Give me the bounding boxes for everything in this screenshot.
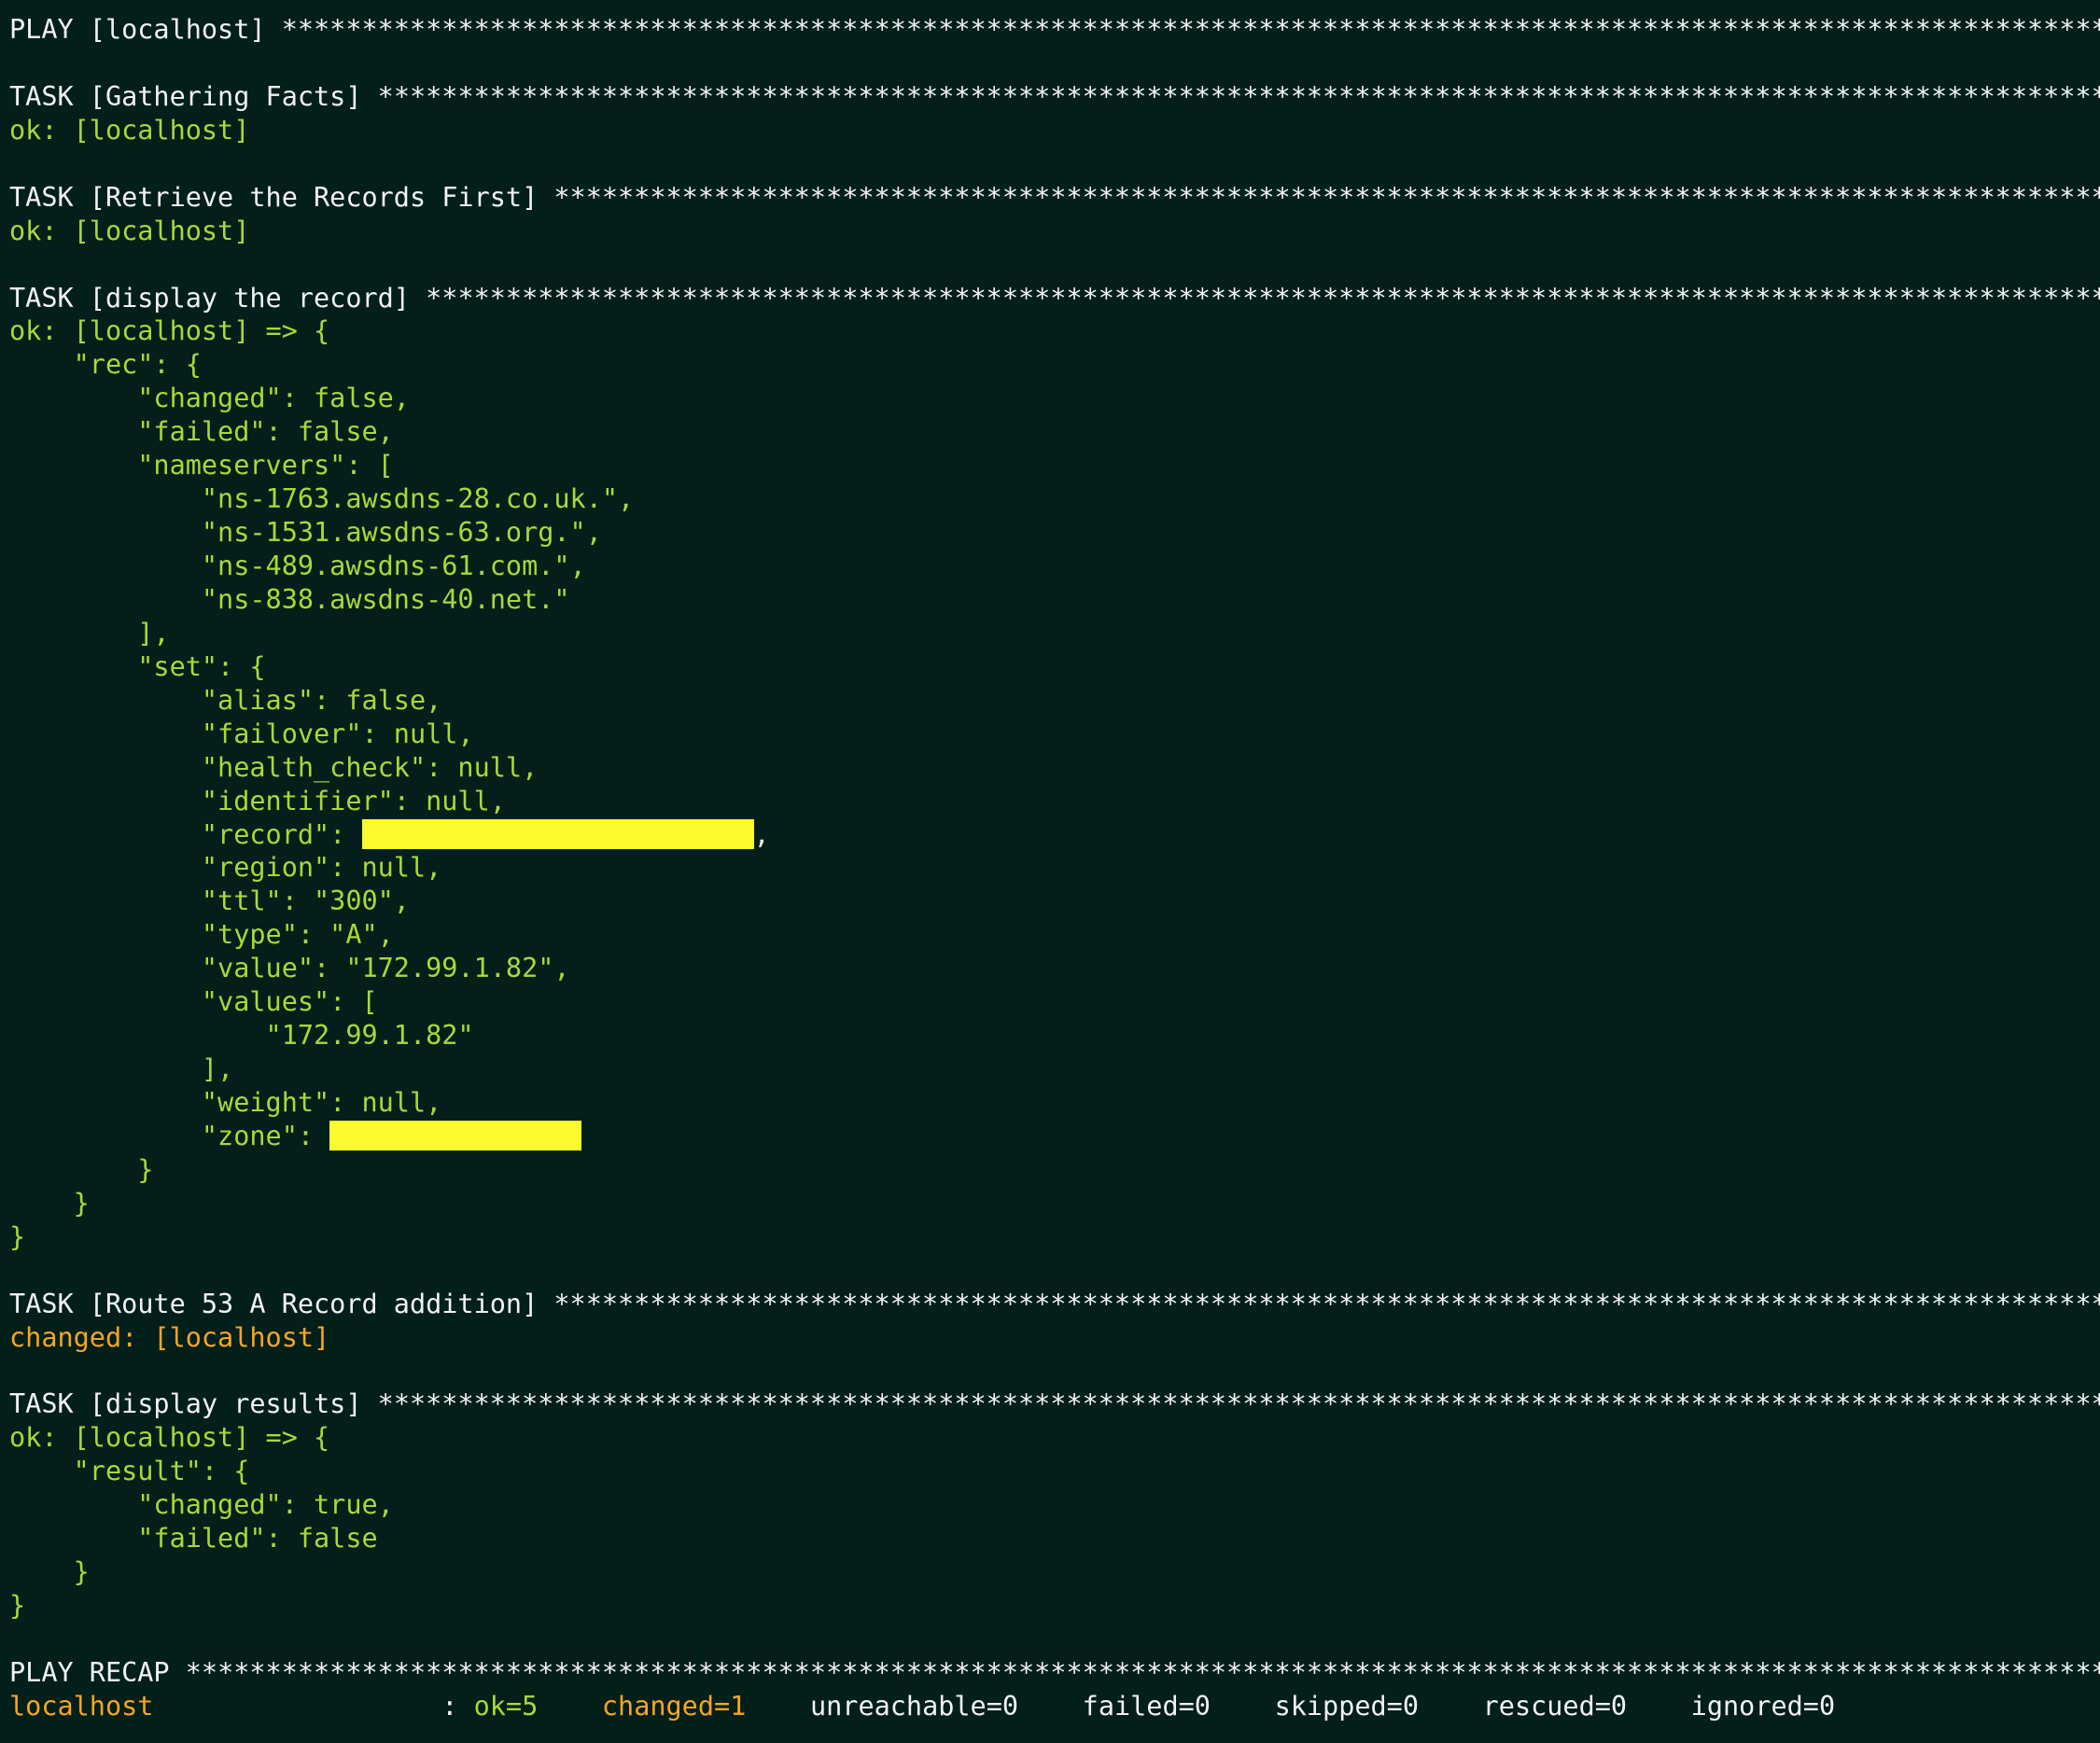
task-header-retrieve-records: TASK [Retrieve the Records First] ******… <box>9 181 2100 215</box>
nameserver-entry: "ns-838.awsdns-40.net." <box>9 583 570 615</box>
record-comma: , <box>753 818 770 850</box>
output-line: "changed": true, <box>9 1489 394 1521</box>
output-line: "nameservers": [ <box>9 450 394 481</box>
recap-gap <box>746 1691 810 1722</box>
task-title: TASK [display the record] <box>9 282 427 314</box>
recap-line: localhost : ok=5 changed=1 unreachable=0… <box>9 1690 2100 1723</box>
recap-ok-count: ok=5 <box>473 1690 539 1722</box>
nameserver-entry: "ns-1531.awsdns-63.org.", <box>9 517 602 549</box>
zone-key: "zone": <box>9 1120 330 1151</box>
recap-changed-count: changed=1 <box>601 1690 747 1722</box>
separator-stars: ****************************************… <box>281 14 2100 45</box>
task-title: TASK [Gathering Facts] <box>9 80 378 112</box>
output-line: "type": "A", <box>9 919 394 951</box>
task-header-gathering-facts: TASK [Gathering Facts] *****************… <box>9 80 2100 114</box>
output-line: "failed": false <box>9 1523 378 1555</box>
recap-colon: : <box>441 1690 474 1722</box>
output-line: "rec": { <box>9 349 202 381</box>
play-header: PLAY [localhost] <box>9 14 282 45</box>
output-line: "set": { <box>9 650 266 682</box>
output-line: "failed": false, <box>9 416 394 448</box>
output-line: ok: [localhost] => { <box>9 315 330 347</box>
output-line: "ttl": "300", <box>9 885 410 917</box>
task-title: TASK [Route 53 A Record addition] <box>9 1288 554 1319</box>
task-header-route53-addition: TASK [Route 53 A Record addition] ******… <box>9 1288 2100 1321</box>
output-line: } <box>9 1590 26 1622</box>
output-line: } <box>9 1556 90 1588</box>
zone-line: "zone": <box>9 1120 2100 1153</box>
output-line: "weight": null, <box>9 1087 442 1118</box>
output-line: "values": [ <box>9 986 378 1018</box>
output-line: } <box>9 1220 26 1252</box>
record-key: "record": <box>9 818 362 850</box>
separator-stars: ****************************************… <box>377 80 2100 112</box>
nameserver-entry: "ns-1763.awsdns-28.co.uk.", <box>9 483 635 515</box>
output-line: "alias": false, <box>9 684 442 716</box>
separator-stars: ****************************************… <box>377 1388 2100 1420</box>
output-line: "172.99.1.82" <box>9 1020 474 1052</box>
output-line: "health_check": null, <box>9 751 539 783</box>
output-line: "result": { <box>9 1456 250 1487</box>
redaction-highlight <box>329 1120 582 1150</box>
output-line: "identifier": null, <box>9 785 506 816</box>
task-title: TASK [display results] <box>9 1388 378 1420</box>
output-line: ], <box>9 1053 234 1085</box>
output-line: "region": null, <box>9 852 442 884</box>
recap-gap <box>538 1691 602 1722</box>
task-status-ok: ok: [localhost] <box>9 215 250 246</box>
recap-other-counts: unreachable=0 failed=0 skipped=0 rescued… <box>809 1690 1836 1722</box>
task-title: TASK [Retrieve the Records First] <box>9 181 554 213</box>
recap-host: localhost <box>9 1690 442 1722</box>
output-line: ok: [localhost] => { <box>9 1422 330 1454</box>
output-line: } <box>9 1187 90 1219</box>
redaction-highlight <box>361 818 754 849</box>
separator-stars: ****************************************… <box>185 1656 2100 1688</box>
output-line: ], <box>9 617 170 648</box>
output-line: } <box>9 1153 154 1185</box>
task-header-display-results: TASK [display results] *****************… <box>9 1387 2100 1421</box>
task-header-display-record: TASK [display the record] **************… <box>9 282 2100 315</box>
output-line: "value": "172.99.1.82", <box>9 953 570 984</box>
separator-stars: ****************************************… <box>553 181 2100 213</box>
task-status-ok: ok: [localhost] <box>9 114 250 146</box>
output-line: "changed": false, <box>9 383 410 414</box>
separator-stars: ****************************************… <box>426 282 2100 314</box>
task-status-changed: changed: [localhost] <box>9 1321 330 1353</box>
separator-stars: ****************************************… <box>553 1288 2100 1319</box>
play-header-line: PLAY [localhost] ***********************… <box>9 13 2100 47</box>
play-recap-header: PLAY RECAP *****************************… <box>9 1656 2100 1690</box>
nameserver-entry: "ns-489.awsdns-61.com.", <box>9 551 586 581</box>
output-line: "failover": null, <box>9 718 474 749</box>
record-line: "record": , <box>9 818 2100 852</box>
terminal-output[interactable]: PLAY [localhost] ***********************… <box>0 0 2100 1743</box>
recap-title: PLAY RECAP <box>9 1656 186 1688</box>
